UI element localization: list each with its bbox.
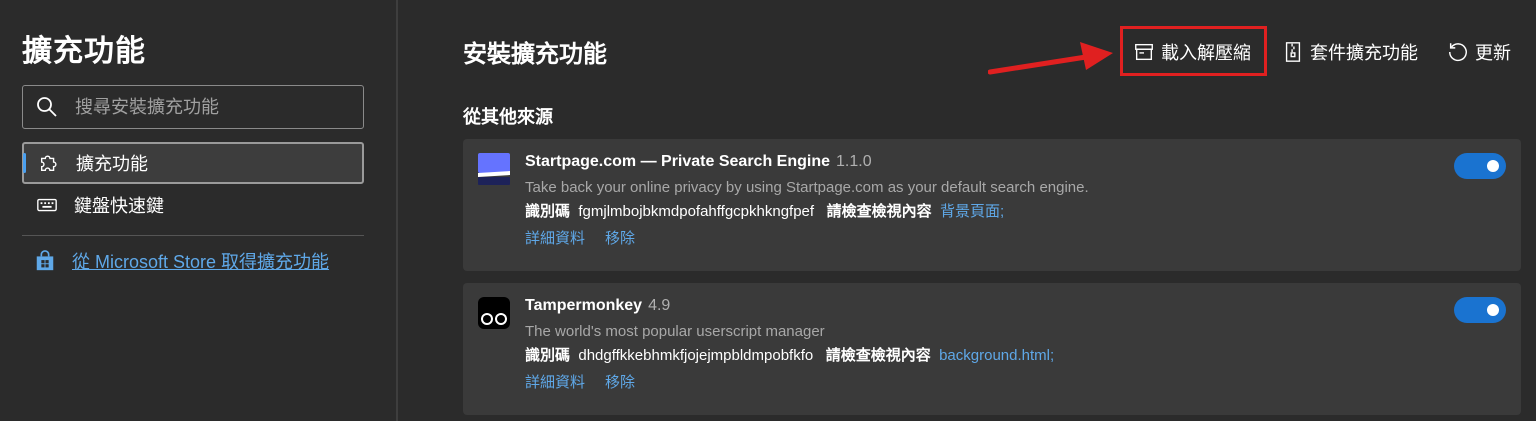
- extension-id: fgmjlmbojbkmdpofahffgcpkhkngfpef: [578, 203, 815, 220]
- remove-link[interactable]: 移除: [605, 230, 635, 247]
- search-box[interactable]: [22, 85, 364, 129]
- sidebar-title: 擴充功能: [22, 35, 146, 68]
- extension-name: Tampermonkey 4.9: [525, 297, 671, 314]
- extension-description: The world's most popular userscript mana…: [525, 323, 825, 340]
- tampermonkey-logo-icon: [478, 297, 510, 329]
- store-bag-icon: [36, 250, 54, 271]
- extension-version: 4.9: [648, 297, 671, 314]
- sidebar-item-label: 擴充功能: [76, 154, 148, 174]
- extension-actions: 詳細資料 移除: [525, 227, 655, 248]
- extension-id-line: 識別碼 dhdgffkkebhmkfjojejmpbldmpobfkfo 請檢查…: [525, 347, 1055, 364]
- load-unpacked-label: 載入解壓縮: [1161, 43, 1251, 63]
- page-title: 安裝擴充功能: [463, 41, 607, 68]
- extension-description: Take back your online privacy by using S…: [525, 179, 1089, 196]
- microsoft-store-link[interactable]: 從 Microsoft Store 取得擴充功能: [34, 248, 329, 274]
- sidebar: 擴充功能 擴充功能 鍵盤快速鍵 從 Microsoft Store 取得擴: [0, 0, 396, 421]
- sidebar-item-label: 鍵盤快速鍵: [74, 196, 164, 216]
- update-button[interactable]: 更新: [1447, 38, 1511, 66]
- remove-link[interactable]: 移除: [605, 374, 635, 391]
- enable-toggle[interactable]: [1454, 297, 1506, 323]
- refresh-icon: [1449, 43, 1467, 62]
- details-link[interactable]: 詳細資料: [525, 374, 585, 391]
- extension-id-line: 識別碼 fgmjlmbojbkmdpofahffgcpkhkngfpef 請檢查…: [525, 203, 1005, 220]
- section-title: 從其他來源: [463, 107, 553, 127]
- load-unpacked-button[interactable]: 載入解壓縮: [1133, 38, 1251, 66]
- search-input[interactable]: [75, 96, 345, 118]
- startpage-logo-icon: [478, 153, 510, 185]
- extension-card-startpage: Startpage.com — Private Search Engine 1.1…: [463, 139, 1521, 271]
- annotation-arrow: [988, 42, 1113, 75]
- extension-version: 1.1.0: [836, 153, 872, 170]
- sidebar-item-keyboard-shortcuts[interactable]: 鍵盤快速鍵: [22, 184, 364, 226]
- search-icon: [37, 97, 57, 117]
- pack-extension-label: 套件擴充功能: [1310, 43, 1418, 63]
- extension-name: Startpage.com — Private Search Engine 1.1…: [525, 153, 872, 170]
- update-label: 更新: [1475, 43, 1511, 63]
- extension-card-tampermonkey: Tampermonkey 4.9 The world's most popular…: [463, 283, 1521, 415]
- folder-box-icon: [1135, 43, 1153, 61]
- store-link-label: 從 Microsoft Store 取得擴充功能: [72, 252, 330, 272]
- sidebar-item-extensions[interactable]: 擴充功能: [22, 142, 364, 184]
- zip-file-icon: [1285, 42, 1301, 62]
- puzzle-icon: [40, 155, 57, 172]
- inspect-view-link[interactable]: background.html;: [939, 347, 1054, 364]
- sidebar-divider-vertical: [396, 0, 398, 421]
- pack-extension-button[interactable]: 套件擴充功能: [1282, 38, 1418, 66]
- extension-actions: 詳細資料 移除: [525, 371, 655, 392]
- inspect-view-link[interactable]: 背景頁面;: [940, 203, 1004, 220]
- enable-toggle[interactable]: [1454, 153, 1506, 179]
- keyboard-icon: [37, 198, 57, 212]
- extension-id: dhdgffkkebhmkfjojejmpbldmpobfkfo: [578, 347, 814, 364]
- details-link[interactable]: 詳細資料: [525, 230, 585, 247]
- sidebar-divider: [22, 235, 364, 236]
